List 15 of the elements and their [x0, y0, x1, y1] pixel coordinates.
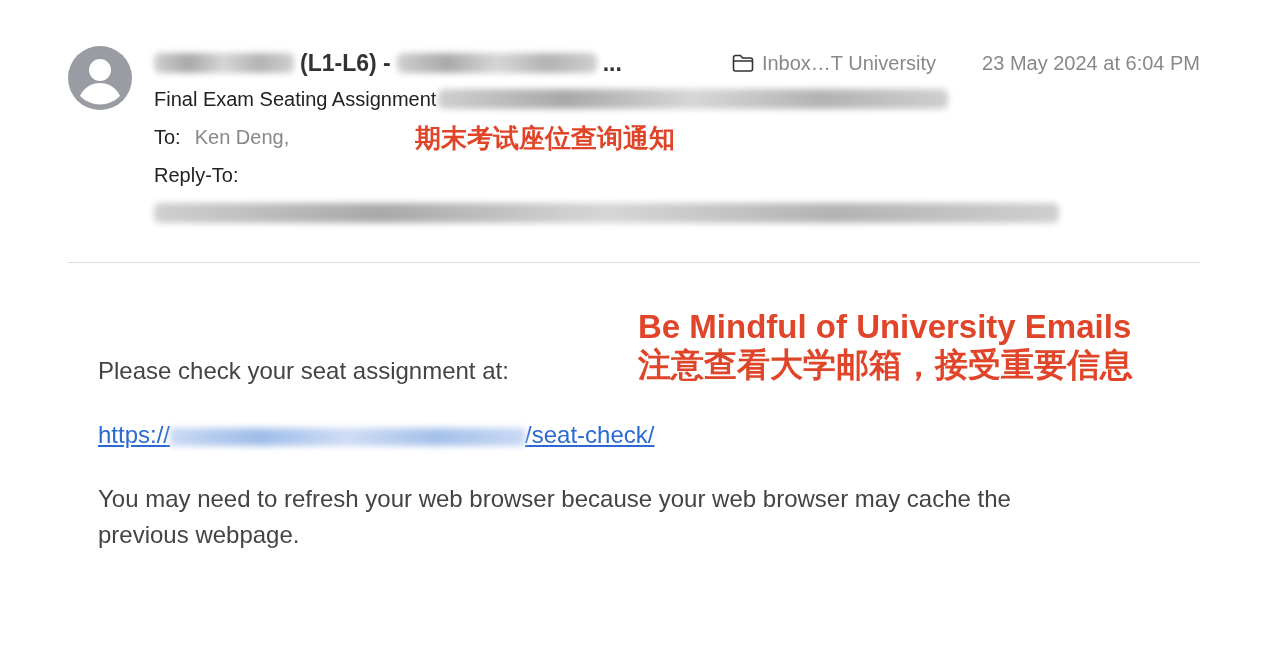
annotation-text: Be Mindful of University Emails — [638, 308, 1133, 346]
sender-name: (L1-L6) - ... — [154, 49, 622, 77]
body-text: You may need to refresh your web browser because your web browser may cache the previous webpage. — [98, 484, 1012, 550]
email-date: 23 May 2024 at 6:04 PM — [982, 51, 1200, 75]
reply-to-label: Reply-To: — [154, 163, 239, 187]
annotation-text: 期末考试座位查询通知 — [415, 122, 675, 154]
email-subject: Final Exam Seating Assignment — [154, 87, 437, 111]
to-label: To: — [154, 125, 181, 149]
folder-icon — [731, 54, 754, 72]
avatar-icon — [68, 46, 132, 110]
recipient-name: Ken Deng, — [194, 125, 290, 149]
annotation-text: 注意查看大学邮箱，接受重要信息 — [638, 346, 1133, 384]
seat-check-link[interactable]: https:// /seat-check/ — [98, 421, 655, 448]
body-text: Please check your seat assignment at: — [98, 356, 509, 386]
mailbox-name: Inbox…T University — [761, 51, 937, 75]
